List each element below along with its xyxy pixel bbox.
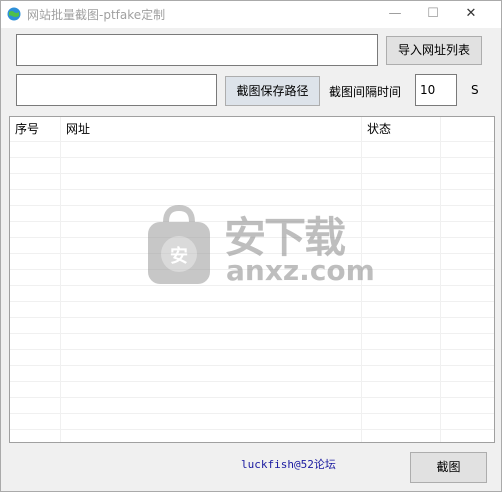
row-gridline bbox=[10, 157, 494, 158]
row-gridline bbox=[10, 413, 494, 414]
globe-icon bbox=[7, 7, 21, 21]
row-gridline bbox=[10, 365, 494, 366]
column-header-status[interactable]: 状态 bbox=[362, 117, 442, 141]
title-bar: 网站批量截图-ptfake定制 — ☐ ✕ bbox=[1, 1, 501, 28]
row-gridline bbox=[10, 349, 494, 350]
column-header-index[interactable]: 序号 bbox=[10, 117, 60, 141]
url-list-input[interactable] bbox=[16, 34, 378, 66]
row-gridline bbox=[10, 381, 494, 382]
minimize-button[interactable]: — bbox=[385, 5, 405, 23]
unit-label: S bbox=[471, 83, 479, 97]
window-title: 网站批量截图-ptfake定制 bbox=[27, 8, 166, 22]
row-gridline bbox=[10, 173, 494, 174]
row-gridline bbox=[10, 333, 494, 334]
save-path-input[interactable] bbox=[16, 74, 217, 106]
save-path-button[interactable]: 截图保存路径 bbox=[225, 76, 320, 106]
row-gridline bbox=[10, 317, 494, 318]
app-window: 网站批量截图-ptfake定制 — ☐ ✕ 导入网址列表 截图保存路径 截图间隔… bbox=[0, 0, 502, 492]
watermark: 安 安下载 anxz.com bbox=[144, 204, 375, 294]
row-gridline bbox=[10, 429, 494, 430]
watermark-icon-text: 安 bbox=[170, 246, 188, 267]
interval-input[interactable]: 10 bbox=[415, 74, 457, 106]
close-button[interactable]: ✕ bbox=[461, 5, 481, 23]
column-header-url[interactable]: 网址 bbox=[61, 117, 361, 141]
column-divider bbox=[440, 117, 441, 442]
watermark-text-en: anxz.com bbox=[226, 254, 375, 287]
interval-label: 截图间隔时间 bbox=[329, 85, 402, 99]
maximize-button[interactable]: ☐ bbox=[423, 5, 443, 23]
row-gridline bbox=[10, 301, 494, 302]
import-url-list-button[interactable]: 导入网址列表 bbox=[386, 36, 482, 65]
url-list-table[interactable]: 序号 网址 状态 安 安下载 anxz.com bbox=[9, 116, 495, 443]
row-gridline bbox=[10, 189, 494, 190]
credit-text: luckfish@52论坛 bbox=[241, 458, 336, 471]
row-gridline bbox=[10, 141, 494, 142]
column-divider bbox=[60, 117, 61, 442]
row-gridline bbox=[10, 397, 494, 398]
screenshot-button[interactable]: 截图 bbox=[410, 452, 487, 483]
